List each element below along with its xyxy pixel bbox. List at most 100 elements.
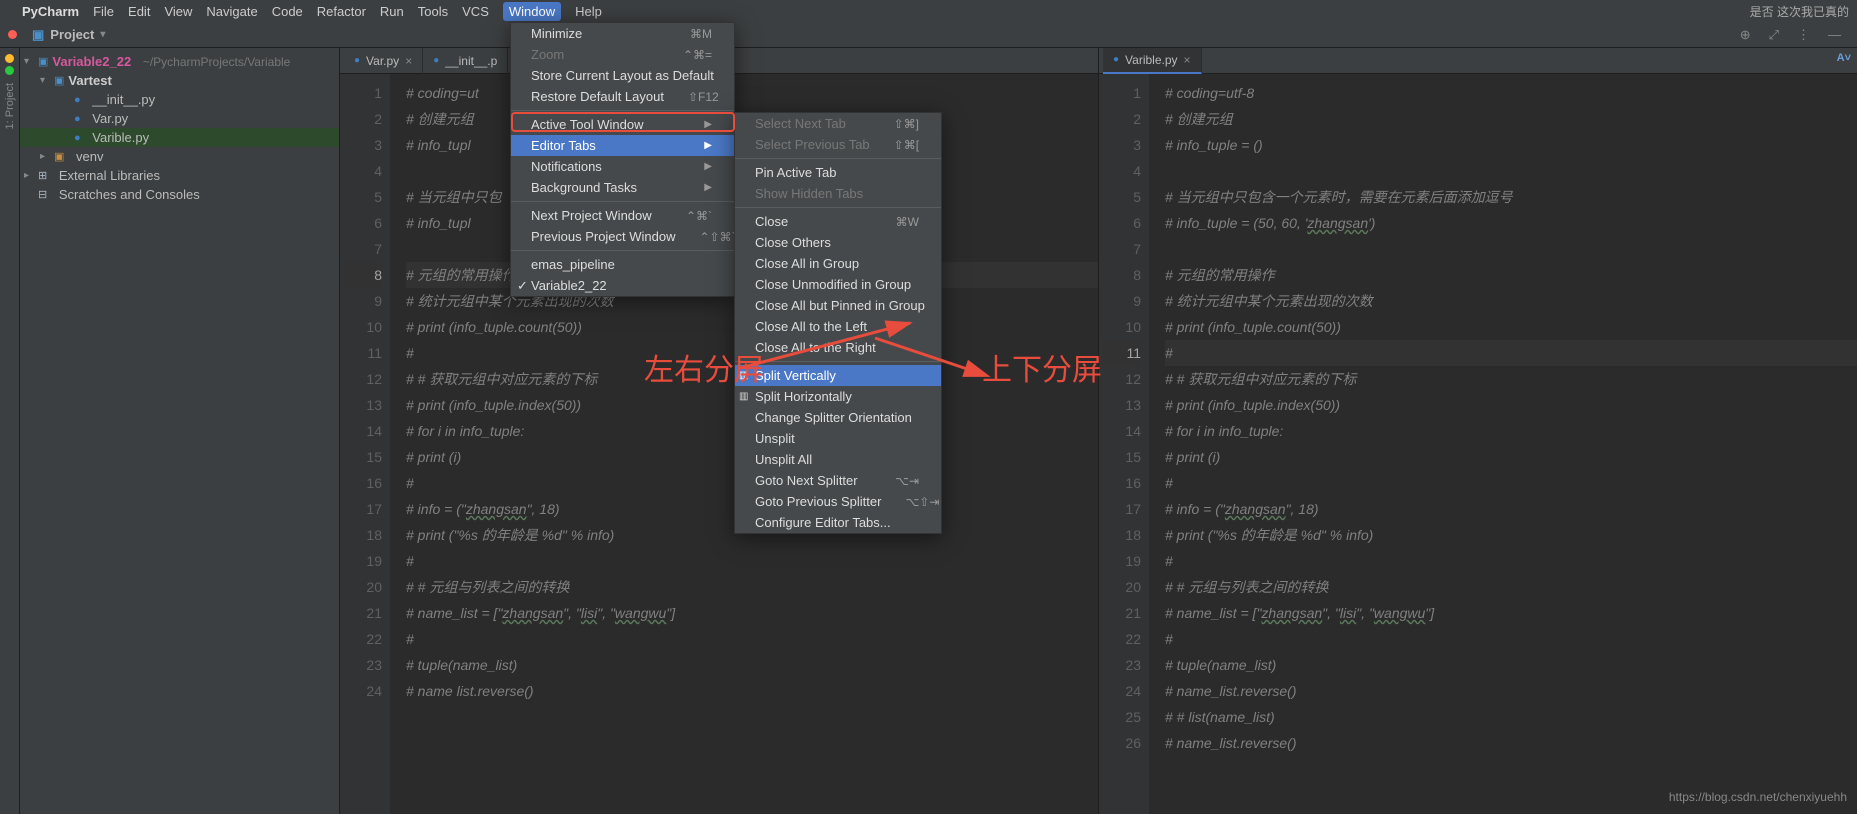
target-icon[interactable]: ⊕ bbox=[1740, 27, 1751, 43]
menu-item[interactable]: Minimize⌘M bbox=[511, 23, 734, 44]
line-gutter: 123456789101112131415161718192021222324 bbox=[340, 74, 390, 814]
menu-item[interactable]: Close All but Pinned in Group bbox=[735, 295, 941, 316]
menu-item[interactable]: Previous Project Window⌃⇧⌘` bbox=[511, 226, 734, 247]
menu-item[interactable]: Close Unmodified in Group bbox=[735, 274, 941, 295]
folder-venv[interactable]: venv bbox=[76, 149, 103, 164]
menu-item[interactable]: Goto Next Splitter⌥⇥ bbox=[735, 470, 941, 491]
menu-item[interactable]: Pin Active Tab bbox=[735, 162, 941, 183]
chevron-down-icon[interactable]: ▾ bbox=[24, 56, 34, 67]
annotation-arrow-right bbox=[870, 330, 1000, 390]
menu-item[interactable]: Unsplit All bbox=[735, 449, 941, 470]
external-libraries[interactable]: External Libraries bbox=[59, 168, 160, 183]
menu-file[interactable]: File bbox=[93, 4, 114, 19]
menu-item-label: Goto Previous Splitter bbox=[755, 494, 881, 509]
menu-item[interactable]: Close⌘W bbox=[735, 211, 941, 232]
tab-var[interactable]: ●Var.py× bbox=[344, 48, 423, 74]
rail-project-label[interactable]: 1: Project bbox=[4, 83, 16, 129]
chevron-right-icon[interactable]: ▸ bbox=[24, 170, 34, 181]
menu-shortcut: ⌥⇥ bbox=[895, 474, 919, 488]
menu-code[interactable]: Code bbox=[272, 4, 303, 19]
menu-item[interactable]: Store Current Layout as Default bbox=[511, 65, 734, 86]
menu-item[interactable]: Select Previous Tab⇧⌘[ bbox=[735, 134, 941, 155]
close-icon[interactable]: × bbox=[405, 54, 412, 68]
menu-tools[interactable]: Tools bbox=[418, 4, 448, 19]
project-root[interactable]: Variable2_22 bbox=[52, 54, 131, 69]
menu-vcs[interactable]: VCS bbox=[462, 4, 489, 19]
close-icon[interactable]: × bbox=[1184, 53, 1191, 67]
menu-shortcut: ⌃⌘= bbox=[683, 48, 712, 62]
menu-item-label: Close Unmodified in Group bbox=[755, 277, 911, 292]
menu-item[interactable]: Notifications▶ bbox=[511, 156, 734, 177]
menu-item[interactable]: Restore Default Layout⇧F12 bbox=[511, 86, 734, 107]
menu-item[interactable]: Goto Previous Splitter⌥⇧⇥ bbox=[735, 491, 941, 512]
menu-item[interactable]: Active Tool Window▶ bbox=[511, 114, 734, 135]
menu-item-label: Next Project Window bbox=[531, 208, 652, 223]
folder-icon: ▣ bbox=[32, 27, 44, 43]
menu-item[interactable]: Next Project Window ⌃⌘` bbox=[511, 205, 734, 226]
code-editor-right[interactable]: 1234567891011121314151617181920212223242… bbox=[1099, 74, 1857, 814]
file-init[interactable]: __init__.py bbox=[92, 92, 155, 107]
menu-edit[interactable]: Edit bbox=[128, 4, 150, 19]
menu-item[interactable]: Close Others bbox=[735, 232, 941, 253]
menu-item-label: Minimize bbox=[531, 26, 582, 41]
menu-view[interactable]: View bbox=[164, 4, 192, 19]
menu-item-label: Change Splitter Orientation bbox=[755, 410, 912, 425]
ai-indicator-icon[interactable]: A˅ bbox=[1837, 52, 1851, 64]
project-tree[interactable]: ▾ ▣ Variable2_22 ~/PycharmProjects/Varia… bbox=[20, 48, 340, 814]
traffic-max-icon[interactable] bbox=[5, 66, 14, 75]
menu-item[interactable]: ✓Variable2_22 bbox=[511, 275, 734, 296]
menu-item[interactable]: Close All in Group bbox=[735, 253, 941, 274]
annotation-split-vertical: 左右分屏 bbox=[644, 345, 764, 389]
chevron-right-icon[interactable]: ▸ bbox=[40, 151, 50, 162]
tab-init[interactable]: ●__init__.p bbox=[423, 48, 508, 74]
menu-item[interactable]: Unsplit bbox=[735, 428, 941, 449]
file-var[interactable]: Var.py bbox=[92, 111, 128, 126]
traffic-min-icon[interactable] bbox=[5, 54, 14, 63]
menu-help[interactable]: Help bbox=[575, 4, 602, 19]
hide-icon[interactable]: — bbox=[1828, 27, 1841, 43]
chevron-down-icon[interactable]: ▾ bbox=[40, 75, 50, 86]
traffic-close-icon[interactable] bbox=[8, 30, 17, 39]
tool-window-rail: 1: Project bbox=[0, 48, 20, 814]
project-selector[interactable]: ▣ Project ▾ bbox=[20, 27, 117, 43]
menu-item[interactable]: Configure Editor Tabs... bbox=[735, 512, 941, 533]
menu-item-label: Unsplit All bbox=[755, 452, 812, 467]
tab-varible[interactable]: ●Varible.py× bbox=[1103, 48, 1202, 74]
menu-item-label: Variable2_22 bbox=[531, 278, 607, 293]
menu-item-label: Store Current Layout as Default bbox=[531, 68, 714, 83]
menu-item-label: Select Next Tab bbox=[755, 116, 846, 131]
file-varible[interactable]: Varible.py bbox=[92, 130, 149, 145]
menu-shortcut: ⇧F12 bbox=[688, 90, 719, 104]
more-icon[interactable]: ⋮ bbox=[1797, 27, 1810, 43]
library-icon: ⊞ bbox=[38, 169, 47, 182]
collapse-icon[interactable]: ⤢ bbox=[1769, 27, 1779, 43]
menu-refactor[interactable]: Refactor bbox=[317, 4, 366, 19]
app-name: PyCharm bbox=[22, 4, 79, 19]
submenu-arrow-icon: ▶ bbox=[704, 182, 712, 193]
menu-item-label: Editor Tabs bbox=[531, 138, 596, 153]
editor-tabs-right: ●Varible.py× bbox=[1099, 48, 1857, 74]
python-file-icon: ● bbox=[74, 132, 81, 144]
window-menu-dropdown[interactable]: Minimize⌘MZoom⌃⌘= Store Current Layout as… bbox=[510, 22, 735, 297]
menu-item-label: emas_pipeline bbox=[531, 257, 615, 272]
menu-shortcut: ⌘W bbox=[896, 215, 919, 229]
menu-item[interactable]: emas_pipeline bbox=[511, 254, 734, 275]
code-content[interactable]: # coding=utf-8# 创建元组# info_tuple = () # … bbox=[1149, 74, 1857, 814]
menu-shortcut: ⌃⌘` bbox=[686, 209, 712, 223]
menu-item[interactable]: Change Splitter Orientation bbox=[735, 407, 941, 428]
menu-item[interactable]: Editor Tabs▶ bbox=[511, 135, 734, 156]
menu-run[interactable]: Run bbox=[380, 4, 404, 19]
tab-label: Var.py bbox=[366, 54, 399, 68]
menubar-right-text: 是否 这次我已真的 bbox=[1750, 3, 1849, 20]
menu-navigate[interactable]: Navigate bbox=[206, 4, 257, 19]
menu-item[interactable]: Select Next Tab⇧⌘] bbox=[735, 113, 941, 134]
menu-window[interactable]: Window bbox=[503, 2, 561, 21]
scratches[interactable]: Scratches and Consoles bbox=[59, 187, 200, 202]
menu-item[interactable]: Zoom⌃⌘= bbox=[511, 44, 734, 65]
menu-item[interactable]: Show Hidden Tabs bbox=[735, 183, 941, 204]
menu-item-label: Active Tool Window bbox=[531, 117, 643, 132]
menu-item-label: Background Tasks bbox=[531, 180, 637, 195]
folder-vartest[interactable]: Vartest bbox=[68, 73, 111, 88]
menu-item[interactable]: Background Tasks ▶ bbox=[511, 177, 734, 198]
watermark: https://blog.csdn.net/chenxiyuehh bbox=[1669, 790, 1847, 804]
